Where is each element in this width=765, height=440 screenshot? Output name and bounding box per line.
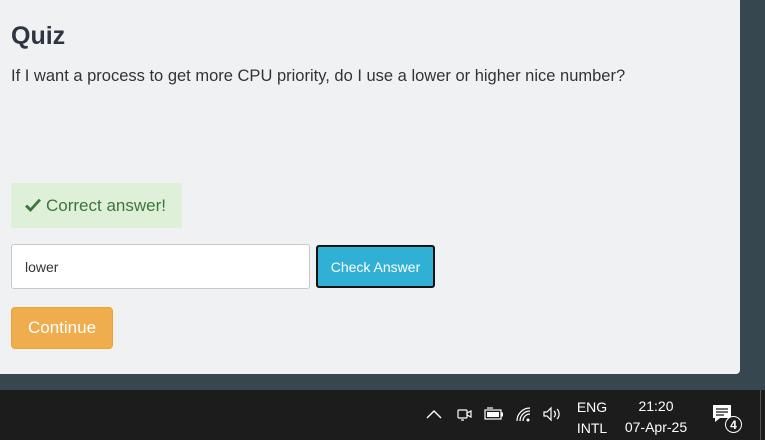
quiz-title: Quiz xyxy=(11,22,66,50)
language-code: ENG xyxy=(576,399,608,415)
chevron-up-icon[interactable] xyxy=(426,409,442,419)
correct-answer-alert: Correct answer! xyxy=(11,183,182,228)
wifi-icon[interactable] xyxy=(515,406,533,422)
clock-date: 07-Apr-25 xyxy=(624,419,688,435)
battery-icon[interactable] xyxy=(484,407,504,421)
system-clock[interactable]: 21:20 07-Apr-25 xyxy=(618,396,694,438)
quiz-panel: Quiz If I want a process to get more CPU… xyxy=(0,0,740,374)
answer-input[interactable] xyxy=(11,244,310,289)
meet-now-icon[interactable] xyxy=(456,406,473,423)
clock-time: 21:20 xyxy=(638,398,674,414)
show-desktop-button[interactable] xyxy=(760,390,765,440)
continue-button[interactable]: Continue xyxy=(11,307,113,349)
keyboard-layout: INTL xyxy=(576,420,608,436)
feedback-text: Correct answer! xyxy=(46,195,166,215)
check-answer-button[interactable]: Check Answer xyxy=(316,245,435,288)
volume-icon[interactable] xyxy=(542,406,564,422)
checkmark-icon xyxy=(25,198,41,212)
quiz-question: If I want a process to get more CPU prio… xyxy=(11,67,626,85)
notification-count-badge: 4 xyxy=(725,416,742,433)
taskbar: ENG INTL 21:20 07-Apr-25 4 xyxy=(0,390,765,440)
input-language[interactable]: ENG INTL xyxy=(576,397,608,439)
